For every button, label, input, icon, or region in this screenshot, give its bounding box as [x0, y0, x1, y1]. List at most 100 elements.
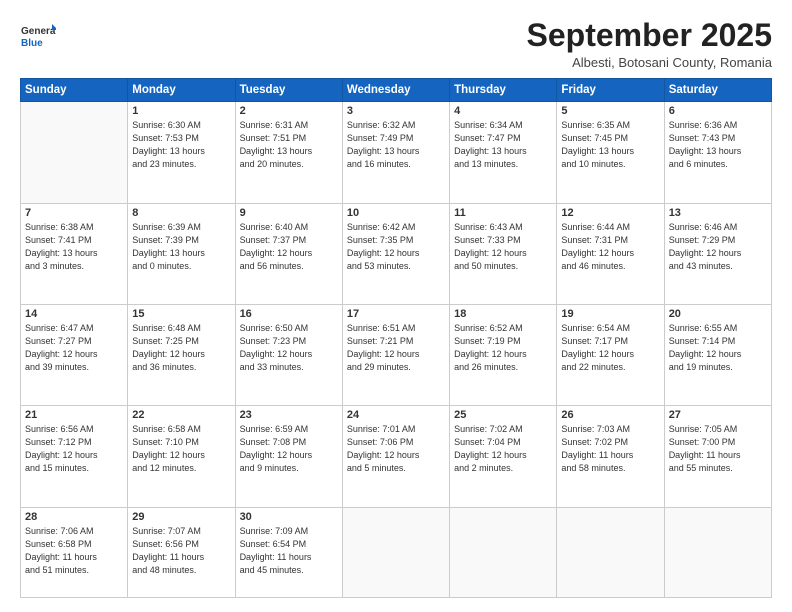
day-info-line: and 36 minutes. [132, 362, 196, 372]
day-info-line: Sunrise: 6:47 AM [25, 323, 94, 333]
day-info-line: and 23 minutes. [132, 159, 196, 169]
day-number: 18 [454, 308, 552, 320]
day-info-line: Sunrise: 6:51 AM [347, 323, 416, 333]
day-info-line: Sunrise: 6:46 AM [669, 222, 738, 232]
day-info-line: Sunrise: 7:02 AM [454, 424, 523, 434]
day-info-line: Sunrise: 6:31 AM [240, 120, 309, 130]
day-info-line: Daylight: 12 hours [347, 450, 420, 460]
calendar-subtitle: Albesti, Botosani County, Romania [527, 55, 772, 70]
day-number: 21 [25, 409, 123, 421]
day-info-line: Sunrise: 7:01 AM [347, 424, 416, 434]
day-info-line: Sunrise: 6:38 AM [25, 222, 94, 232]
day-info-line: Daylight: 12 hours [454, 349, 527, 359]
day-info-line: and 12 minutes. [132, 463, 196, 473]
day-info-line: Sunrise: 7:05 AM [669, 424, 738, 434]
table-cell: 17Sunrise: 6:51 AMSunset: 7:21 PMDayligh… [342, 304, 449, 405]
day-info-line: Daylight: 13 hours [132, 248, 205, 258]
day-info-line: Sunset: 7:00 PM [669, 437, 736, 447]
table-cell: 28Sunrise: 7:06 AMSunset: 6:58 PMDayligh… [21, 507, 128, 598]
day-info: Sunrise: 7:03 AMSunset: 7:02 PMDaylight:… [561, 423, 659, 475]
day-number: 1 [132, 105, 230, 117]
day-info: Sunrise: 6:43 AMSunset: 7:33 PMDaylight:… [454, 221, 552, 273]
day-info-line: Daylight: 12 hours [347, 349, 420, 359]
day-info-line: Sunrise: 6:55 AM [669, 323, 738, 333]
day-number: 12 [561, 207, 659, 219]
day-info-line: Daylight: 12 hours [240, 248, 313, 258]
day-info-line: Sunset: 7:41 PM [25, 235, 92, 245]
day-info-line: and 13 minutes. [454, 159, 518, 169]
col-wednesday: Wednesday [342, 79, 449, 102]
day-info: Sunrise: 6:42 AMSunset: 7:35 PMDaylight:… [347, 221, 445, 273]
table-cell: 24 Sunrise: 7:01 AMSunset: 7:06 PMDayligh… [342, 406, 449, 507]
day-info: Sunrise: 6:32 AM Sunset: 7:49 PM Daylight:… [347, 119, 445, 171]
table-cell: 5Sunrise: 6:35 AMSunset: 7:45 PMDaylight… [557, 102, 664, 203]
day-info: Sunrise: 7:02 AMSunset: 7:04 PMDaylight:… [454, 423, 552, 475]
day-info: Sunrise: 6:36 AMSunset: 7:43 PMDaylight:… [669, 119, 767, 171]
day-info-line: Sunset: 7:49 PM [347, 133, 414, 143]
day-info-line: Daylight: 13 hours [25, 248, 98, 258]
table-cell: 26Sunrise: 7:03 AMSunset: 7:02 PMDayligh… [557, 406, 664, 507]
day-info: Sunrise: 6:55 AMSunset: 7:14 PMDaylight:… [669, 322, 767, 374]
col-thursday: Thursday [450, 79, 557, 102]
svg-text:Blue: Blue [21, 38, 43, 49]
col-friday: Friday [557, 79, 664, 102]
day-number: 24 [347, 409, 445, 421]
day-info-line: and 2 minutes. [454, 463, 513, 473]
day-info-line: and 53 minutes. [347, 261, 411, 271]
table-cell: 7Sunrise: 6:38 AMSunset: 7:41 PMDaylight… [21, 203, 128, 304]
calendar-table: Sunday Monday Tuesday Wednesday Thursday… [20, 78, 772, 598]
table-cell [342, 507, 449, 598]
day-info-line: Daylight: 12 hours [561, 349, 634, 359]
day-info-line: and 26 minutes. [454, 362, 518, 372]
day-info-line: and 9 minutes. [240, 463, 299, 473]
table-cell [557, 507, 664, 598]
day-info-line: and 5 minutes. [347, 463, 406, 473]
day-info-line: Daylight: 13 hours [240, 146, 313, 156]
day-info-line: and 39 minutes. [25, 362, 89, 372]
col-tuesday: Tuesday [235, 79, 342, 102]
day-number: 10 [347, 207, 445, 219]
table-cell: 10 Sunrise: 6:42 AMSunset: 7:35 PMDayligh… [342, 203, 449, 304]
day-info-line: Sunset: 7:39 PM [132, 235, 199, 245]
day-info: Sunrise: 6:52 AMSunset: 7:19 PMDaylight:… [454, 322, 552, 374]
day-info-line: and 55 minutes. [669, 463, 733, 473]
col-sunday: Sunday [21, 79, 128, 102]
table-cell: 4Sunrise: 6:34 AMSunset: 7:47 PMDaylight… [450, 102, 557, 203]
table-cell: 21 Sunrise: 6:56 AMSunset: 7:12 PMDayligh… [21, 406, 128, 507]
day-number: 16 [240, 308, 338, 320]
day-info: Sunrise: 6:59 AMSunset: 7:08 PMDaylight:… [240, 423, 338, 475]
day-info-line: Sunrise: 7:06 AM [25, 526, 94, 536]
day-info: Sunrise: 6:56 AMSunset: 7:12 PMDaylight:… [25, 423, 123, 475]
day-info-line: Sunset: 6:56 PM [132, 539, 199, 549]
day-info-line: Sunset: 7:02 PM [561, 437, 628, 447]
day-info-line: Daylight: 12 hours [669, 349, 742, 359]
day-info: Sunrise: 6:50 AMSunset: 7:23 PMDaylight:… [240, 322, 338, 374]
table-cell: 2Sunrise: 6:31 AMSunset: 7:51 PMDaylight… [235, 102, 342, 203]
day-info-line: and 6 minutes. [669, 159, 728, 169]
day-info-line: Daylight: 13 hours [347, 146, 420, 156]
day-info: Sunrise: 6:35 AMSunset: 7:45 PMDaylight:… [561, 119, 659, 171]
day-info-line: Daylight: 12 hours [240, 349, 313, 359]
svg-text:General: General [21, 26, 56, 37]
day-info-line: Sunrise: 6:32 AM [347, 120, 416, 130]
table-cell: 18 Sunrise: 6:52 AMSunset: 7:19 PMDayligh… [450, 304, 557, 405]
day-info-line: Sunset: 7:21 PM [347, 336, 414, 346]
table-cell: 27Sunrise: 7:05 AMSunset: 7:00 PMDayligh… [664, 406, 771, 507]
day-info-line: Sunrise: 6:50 AM [240, 323, 309, 333]
day-info-line: Daylight: 12 hours [240, 450, 313, 460]
day-info-line: Sunrise: 6:43 AM [454, 222, 523, 232]
day-info-line: Sunset: 7:51 PM [240, 133, 307, 143]
day-info-line: Sunrise: 6:36 AM [669, 120, 738, 130]
day-info: Sunrise: 6:48 AMSunset: 7:25 PMDaylight:… [132, 322, 230, 374]
day-info: Sunrise: 7:01 AMSunset: 7:06 PMDaylight:… [347, 423, 445, 475]
day-info-line: and 20 minutes. [240, 159, 304, 169]
day-info-line: and 48 minutes. [132, 565, 196, 575]
day-info-line: and 0 minutes. [132, 261, 191, 271]
header: General Blue September 2025 Albesti, Bot… [20, 18, 772, 70]
table-cell: 8Sunrise: 6:39 AMSunset: 7:39 PMDaylight… [128, 203, 235, 304]
day-info-line: and 43 minutes. [669, 261, 733, 271]
table-cell: 29Sunrise: 7:07 AMSunset: 6:56 PMDayligh… [128, 507, 235, 598]
table-cell: 11Sunrise: 6:43 AMSunset: 7:33 PMDayligh… [450, 203, 557, 304]
day-info-line: Sunset: 7:19 PM [454, 336, 521, 346]
day-info-line: Daylight: 12 hours [132, 450, 205, 460]
